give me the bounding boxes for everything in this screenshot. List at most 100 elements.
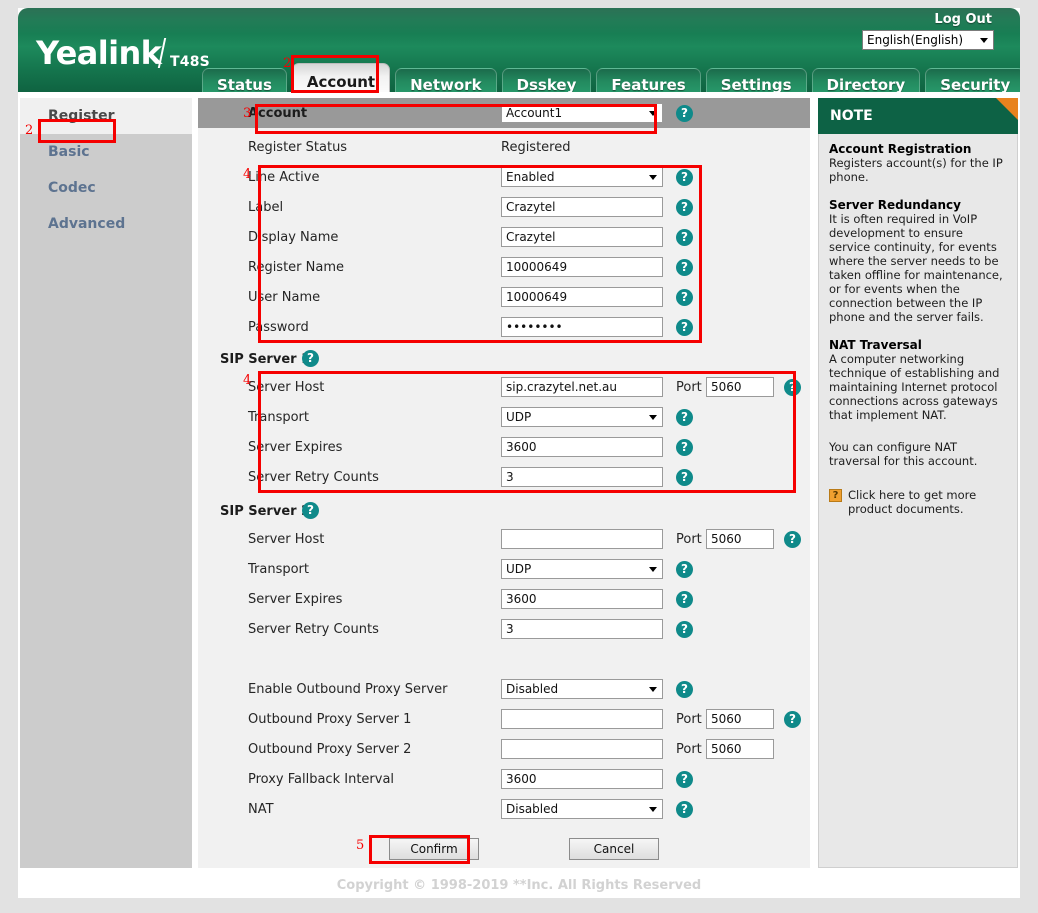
note-panel-body: Account Registration Registers account(s… [818,134,1018,868]
sip1-port-input[interactable]: 5060 [706,377,774,397]
help-icon-label[interactable]: ? [676,199,693,216]
user-name-input[interactable]: 10000649 [501,287,663,307]
help-icon-sip2-server-host[interactable]: ? [784,531,801,548]
user-name-label: User Name [248,290,320,305]
help-icon-outbound-proxy-1[interactable]: ? [784,711,801,728]
help-icon-user-name[interactable]: ? [676,289,693,306]
row-user-name: User Name 10000649 ? [198,282,810,312]
line-active-select[interactable]: Enabled [501,167,663,187]
form-actions: Confirm Cancel [198,832,810,878]
sip1-server-retry-input[interactable]: 3 [501,467,663,487]
tab-security[interactable]: Security [925,68,1020,92]
proxy-fallback-label: Proxy Fallback Interval [248,772,394,787]
form-spacer [198,644,810,674]
sip2-server-expires-input[interactable]: 3600 [501,589,663,609]
confirm-button[interactable]: Confirm [389,838,479,860]
sip1-port-label: Port [676,380,702,395]
outbound-proxy-2-label: Outbound Proxy Server 2 [248,742,411,757]
note-documents-link[interactable]: ? Click here to get more product documen… [829,488,1007,516]
sip2-port-label: Port [676,532,702,547]
sip1-server-expires-input[interactable]: 3600 [501,437,663,457]
row-sip2-server-retry: Server Retry Counts 3 ? [198,614,810,644]
row-sip2-transport: Transport UDP ? [198,554,810,584]
help-icon-sip1-server-host[interactable]: ? [784,379,801,396]
sip-server-2-title: SIP Server 2 [220,504,310,519]
account-section-label: Account [248,106,307,121]
tab-dsskey[interactable]: Dsskey [502,68,592,92]
language-select[interactable]: English(English) [862,30,994,50]
sidebar-item-basic[interactable]: Basic [20,134,192,170]
outbound-proxy-2-port-input[interactable]: 5060 [706,739,774,759]
sip2-transport-select[interactable]: UDP [501,559,663,579]
help-icon-sip2-transport[interactable]: ? [676,561,693,578]
row-display-name: Display Name Crazytel ? [198,222,810,252]
tab-settings[interactable]: Settings [706,68,807,92]
tab-status[interactable]: Status [202,68,287,92]
help-icon-register-name[interactable]: ? [676,259,693,276]
outbound-proxy-1-input[interactable] [501,709,663,729]
sip2-port-input[interactable]: 5060 [706,529,774,549]
help-icon-sip-server-1[interactable]: ? [302,350,319,367]
help-icon-line-active[interactable]: ? [676,169,693,186]
display-name-input[interactable]: Crazytel [501,227,663,247]
note-text: A computer networking technique of estab… [829,352,1007,422]
label-input[interactable]: Crazytel [501,197,663,217]
help-icon-sip1-server-expires[interactable]: ? [676,439,693,456]
sip-server-1-title-row: SIP Server 1 ? [198,346,810,372]
help-icon-account[interactable]: ? [676,105,693,122]
note-panel: NOTE Account Registration Registers acco… [818,98,1018,868]
help-icon-sip1-server-retry[interactable]: ? [676,469,693,486]
sip1-server-retry-label: Server Retry Counts [248,470,379,485]
sidebar-item-codec[interactable]: Codec [20,170,192,206]
register-status-label: Register Status [248,140,347,155]
help-icon-enable-outbound-proxy[interactable]: ? [676,681,693,698]
sip1-server-host-input[interactable]: sip.crazytel.net.au [501,377,663,397]
password-input[interactable]: •••••••• [501,317,663,337]
sidebar-item-register[interactable]: Register [20,98,192,134]
chevron-down-icon [649,111,657,116]
outbound-proxy-1-port-input[interactable]: 5060 [706,709,774,729]
help-icon-proxy-fallback[interactable]: ? [676,771,693,788]
tab-network[interactable]: Network [395,68,496,92]
account-select[interactable]: Account1 [501,103,663,123]
footer-copyright: Copyright © 1998-2019 **Inc. All Rights … [18,878,1020,893]
help-icon-sip-server-2[interactable]: ? [302,502,319,519]
sidebar-item-label: Advanced [48,216,125,232]
row-outbound-proxy-1: Outbound Proxy Server 1 Port 5060 ? [198,704,810,734]
register-status-value: Registered [501,140,571,155]
tab-features[interactable]: Features [596,68,700,92]
nat-select[interactable]: Disabled [501,799,663,819]
sip2-server-retry-input[interactable]: 3 [501,619,663,639]
note-text: Registers account(s) for the IP phone. [829,156,1007,184]
outbound-proxy-2-input[interactable] [501,739,663,759]
sip2-server-expires-label: Server Expires [248,592,342,607]
sip2-server-host-input[interactable] [501,529,663,549]
row-sip2-server-host: Server Host Port 5060 ? [198,524,810,554]
help-icon-display-name[interactable]: ? [676,229,693,246]
tab-directory[interactable]: Directory [812,68,921,92]
help-icon-sip1-transport[interactable]: ? [676,409,693,426]
note-extra-text: You can configure NAT traversal for this… [829,440,1007,468]
logout-link[interactable]: Log Out [934,12,992,27]
help-icon-sip2-server-expires[interactable]: ? [676,591,693,608]
enable-outbound-proxy-select[interactable]: Disabled [501,679,663,699]
sip1-transport-select[interactable]: UDP [501,407,663,427]
proxy-fallback-input[interactable]: 3600 [501,769,663,789]
note-text: It is often required in VoIP development… [829,212,1007,324]
help-icon-sip2-server-retry[interactable]: ? [676,621,693,638]
sip-server-2-title-row: SIP Server 2 ? [198,498,810,524]
brand-logo: Yealink [36,34,161,72]
help-icon-password[interactable]: ? [676,319,693,336]
register-name-input[interactable]: 10000649 [501,257,663,277]
sidebar-item-advanced[interactable]: Advanced [20,206,192,242]
tab-account[interactable]: Account [292,63,390,92]
help-icon-nat[interactable]: ? [676,801,693,818]
sip1-server-expires-label: Server Expires [248,440,342,455]
row-enable-outbound-proxy: Enable Outbound Proxy Server Disabled ? [198,674,810,704]
settings-form: Account Account1 ? Register Status Regis… [198,98,810,868]
note-heading: NAT Traversal [829,338,1007,352]
row-sip1-server-host: Server Host sip.crazytel.net.au Port 506… [198,372,810,402]
cancel-button[interactable]: Cancel [569,838,659,860]
sidebar-item-label: Register [48,108,115,124]
note-documents-link-text: Click here to get more product documents… [848,488,1007,516]
